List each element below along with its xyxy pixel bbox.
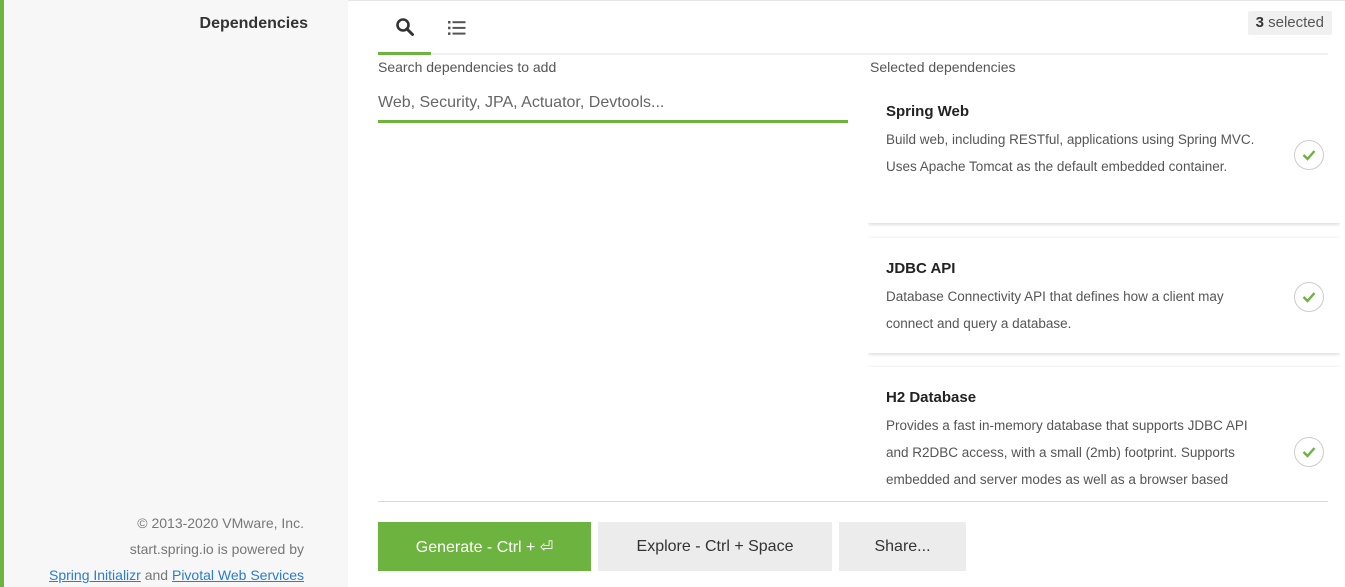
remove-dependency-button[interactable] [1294,140,1324,170]
and-text: and [144,567,169,583]
main-panel: 3 selected Search dependencies to add Se… [348,0,1345,587]
selected-count-number: 3 [1255,14,1264,31]
dependency-card-jdbc-api[interactable]: JDBC API Database Connectivity API that … [868,238,1340,353]
remove-dependency-button[interactable] [1294,437,1324,467]
generate-button[interactable]: Generate - Ctrl + ⏎ [378,522,591,571]
check-icon [1302,150,1316,161]
section-title: Dependencies [199,15,308,32]
check-icon [1302,292,1316,303]
check-icon [1302,447,1316,458]
tab-search[interactable] [378,1,431,55]
dependency-card-spring-web[interactable]: Spring Web Build web, including RESTful,… [868,81,1340,223]
view-tabs [378,1,1328,55]
search-input[interactable] [378,85,848,123]
search-icon [395,17,414,36]
dependency-description: Build web, including RESTful, applicatio… [886,132,1255,174]
actions-divider [378,501,1328,502]
share-button[interactable]: Share... [839,522,966,571]
remove-dependency-button[interactable] [1294,282,1324,312]
selected-dependencies-list[interactable]: Spring Web Build web, including RESTful,… [868,81,1340,501]
dependency-card-h2-database[interactable]: H2 Database Provides a fast in-memory da… [868,367,1340,501]
powered-by-text: start.spring.io is powered by [129,541,304,557]
tab-list[interactable] [434,1,479,55]
dependency-description: Provides a fast in-memory database that … [886,418,1248,501]
dependency-description: Database Connectivity API that defines h… [886,289,1224,331]
dependency-name: JDBC API [886,260,956,277]
selected-count-suffix: selected [1268,14,1324,31]
list-icon [447,21,465,35]
footer: © 2013-2020 VMware, Inc. start.spring.io… [49,510,304,587]
copyright-text: © 2013-2020 VMware, Inc. [137,515,304,531]
selected-count-badge: 3 selected [1247,11,1332,35]
dependency-name: Spring Web [886,103,970,120]
explore-button[interactable]: Explore - Ctrl + Space [598,522,832,571]
dependency-name: H2 Database [886,389,977,406]
search-label: Search dependencies to add [378,59,557,75]
sidebar: Dependencies © 2013-2020 VMware, Inc. st… [4,0,348,587]
selected-dependencies-label: Selected dependencies [870,59,1016,75]
footer-links: Spring Initializr and Pivotal Web Servic… [49,562,304,587]
pivotal-web-services-link[interactable]: Pivotal Web Services [172,567,304,583]
spring-initializr-link[interactable]: Spring Initializr [49,567,141,583]
